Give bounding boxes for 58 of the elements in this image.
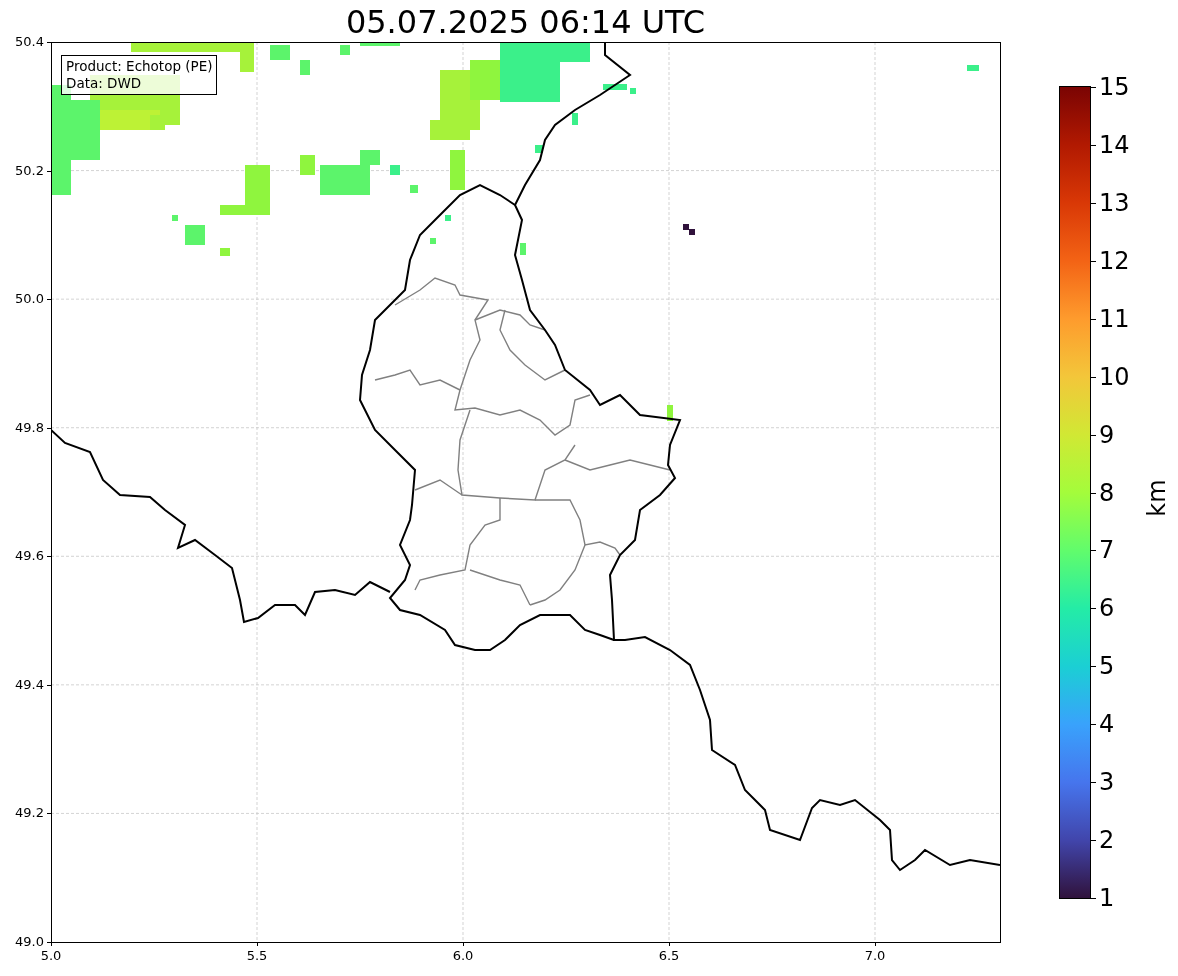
y-tick-label: 49.0 bbox=[14, 934, 44, 950]
colorbar-tick-label: 1 bbox=[1099, 884, 1115, 912]
colorbar-tick-label: 11 bbox=[1099, 304, 1130, 333]
x-tick-label: 5.0 bbox=[39, 948, 63, 964]
colorbar-tick-label: 13 bbox=[1099, 188, 1130, 217]
x-tick-label: 5.5 bbox=[245, 948, 269, 964]
tick-mark bbox=[47, 299, 51, 301]
colorbar-label: km bbox=[1143, 479, 1171, 517]
colorbar-tick-label: 4 bbox=[1099, 710, 1115, 739]
tick-mark bbox=[47, 170, 51, 172]
tick-mark bbox=[47, 813, 51, 815]
colorbar-tick-label: 3 bbox=[1099, 768, 1115, 797]
colorbar-tick-label: 8 bbox=[1099, 478, 1115, 507]
tick-mark bbox=[1091, 202, 1096, 204]
y-tick-label: 49.2 bbox=[14, 805, 44, 822]
y-tick-label: 50.4 bbox=[14, 34, 44, 50]
colorbar-tick-label: 6 bbox=[1099, 594, 1115, 623]
tick-mark bbox=[1091, 608, 1096, 610]
y-tick-label: 50.2 bbox=[14, 162, 44, 179]
colorbar-tick-label: 12 bbox=[1099, 246, 1130, 275]
colorbar-tick-label: 9 bbox=[1099, 420, 1115, 449]
tick-mark bbox=[1091, 550, 1096, 552]
tick-mark bbox=[1091, 898, 1096, 899]
x-tick-label: 6.5 bbox=[657, 948, 681, 964]
chart-title: 05.07.2025 06:14 UTC bbox=[344, 2, 707, 42]
tick-mark bbox=[47, 684, 51, 686]
tick-mark bbox=[1091, 724, 1096, 726]
tick-mark bbox=[47, 556, 51, 558]
tick-mark bbox=[1091, 144, 1096, 146]
tick-mark bbox=[1091, 840, 1096, 842]
colorbar-tick-label: 7 bbox=[1099, 536, 1115, 565]
tick-mark bbox=[1091, 782, 1096, 784]
tick-mark bbox=[257, 942, 258, 946]
tick-mark bbox=[47, 427, 51, 429]
tick-mark bbox=[463, 942, 464, 946]
x-tick-label: 7.0 bbox=[863, 948, 887, 964]
colorbar-tick-label: 10 bbox=[1099, 362, 1130, 391]
tick-mark bbox=[1091, 318, 1096, 320]
y-tick-label: 50.0 bbox=[14, 291, 44, 308]
tick-mark bbox=[875, 942, 876, 946]
tick-mark bbox=[1091, 260, 1096, 262]
tick-mark bbox=[47, 42, 51, 43]
tick-mark bbox=[1091, 87, 1096, 88]
tick-mark bbox=[1091, 666, 1096, 668]
colorbar-tick-label: 14 bbox=[1099, 130, 1130, 159]
colorbar-tick-label: 15 bbox=[1099, 73, 1130, 101]
y-tick-label: 49.4 bbox=[14, 676, 44, 693]
x-tick-label: 6.0 bbox=[451, 948, 475, 964]
tick-mark bbox=[669, 942, 670, 946]
legend-text: Product: Echotop (PE) bbox=[66, 58, 213, 75]
tick-mark bbox=[1091, 376, 1096, 378]
tick-mark bbox=[1091, 492, 1096, 494]
legend-text: Data: DWD bbox=[66, 75, 143, 92]
tick-mark bbox=[1091, 434, 1096, 436]
colorbar-tick-label: 2 bbox=[1099, 826, 1115, 855]
y-tick-label: 49.8 bbox=[14, 419, 44, 436]
y-tick-label: 49.6 bbox=[14, 548, 44, 565]
colorbar-tick-label: 5 bbox=[1099, 652, 1115, 681]
